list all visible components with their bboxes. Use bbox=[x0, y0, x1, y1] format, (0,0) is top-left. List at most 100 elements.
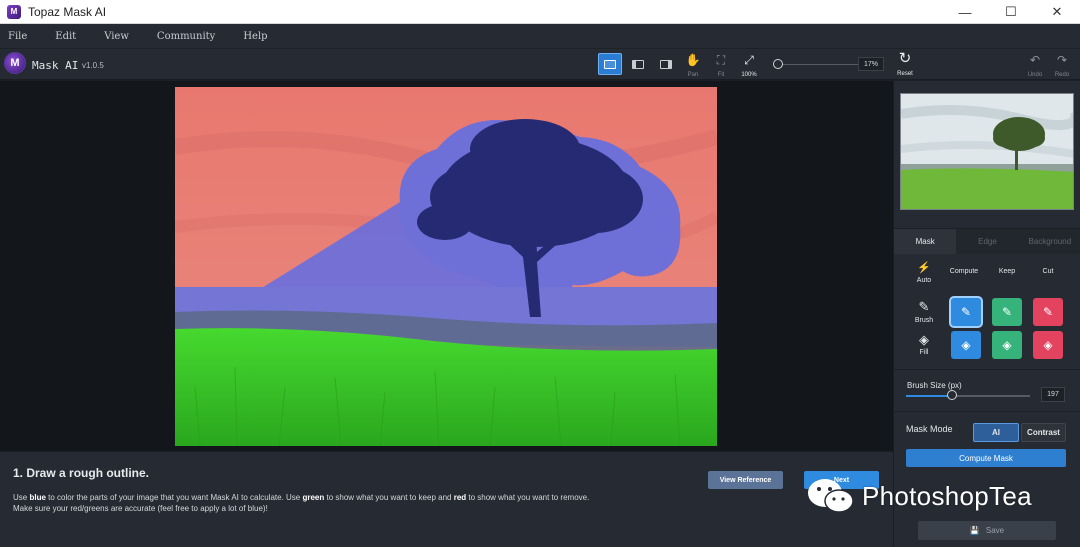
save-label: Save bbox=[985, 526, 1005, 535]
watermark-text: PhotoshopTea bbox=[862, 480, 1032, 511]
bucket-minus-icon: ◈ bbox=[1043, 338, 1053, 352]
save-button[interactable]: 💾 Save bbox=[918, 521, 1056, 540]
section-divider bbox=[894, 369, 1080, 370]
redo-button[interactable]: ↷ Redo bbox=[1050, 53, 1074, 82]
menu-bar: File Edit View Community Help bbox=[0, 24, 1080, 48]
keep-brush-button[interactable]: ✎ bbox=[992, 298, 1022, 326]
brand-name: Mask AI bbox=[32, 59, 79, 72]
split-view-icon bbox=[632, 59, 644, 69]
menu-help[interactable]: Help bbox=[243, 31, 267, 42]
fit-icon: ⛶ bbox=[716, 53, 726, 67]
menu-file[interactable]: File bbox=[8, 31, 27, 42]
fit-label: Fit bbox=[717, 72, 725, 78]
view-reference-button[interactable]: View Reference bbox=[708, 471, 783, 489]
column-compute-label: Compute bbox=[949, 268, 979, 275]
window-controls: — ☐ ✕ bbox=[942, 0, 1080, 24]
column-keep-label: Keep bbox=[998, 268, 1016, 275]
hand-icon: ✋ bbox=[685, 53, 701, 67]
navigator-thumbnail[interactable] bbox=[900, 93, 1074, 210]
auto-button[interactable]: ⚡ bbox=[912, 261, 936, 274]
pan-button[interactable]: ✋ Pan bbox=[681, 53, 705, 82]
description-green-word: green bbox=[302, 493, 325, 502]
maximize-button[interactable]: ☐ bbox=[988, 0, 1034, 24]
zoom-100-label: 100% bbox=[741, 72, 757, 78]
mask-mode-label: Mask Mode bbox=[906, 424, 953, 434]
zoom-value-field[interactable]: 17% bbox=[858, 57, 884, 71]
zoom-slider-handle[interactable] bbox=[773, 59, 783, 69]
window-title-bar: M Topaz Mask AI — ☐ ✕ bbox=[0, 0, 1080, 24]
brush-plus-icon: ✎ bbox=[960, 305, 972, 319]
mask-overlay-image bbox=[175, 87, 717, 446]
cut-fill-button[interactable]: ◈ bbox=[1033, 331, 1063, 359]
fit-button[interactable]: ⛶ Fit bbox=[709, 53, 733, 82]
single-view-icon bbox=[604, 59, 616, 69]
compute-brush-button[interactable]: ✎ bbox=[951, 298, 981, 326]
menu-community[interactable]: Community bbox=[157, 31, 215, 42]
step-description: Use blue to color the parts of your imag… bbox=[13, 492, 703, 514]
menu-view[interactable]: View bbox=[104, 31, 129, 42]
description-text: Use bbox=[13, 493, 30, 502]
undo-button[interactable]: ↶ Undo bbox=[1023, 53, 1047, 82]
description-red-word: red bbox=[453, 493, 467, 502]
expand-icon: ⤢ bbox=[744, 53, 754, 67]
description-text: to show what you want to keep and bbox=[324, 493, 454, 502]
undo-icon: ↶ bbox=[1029, 53, 1041, 67]
compute-fill-button[interactable]: ◈ bbox=[951, 331, 981, 359]
reset-icon: ↻ bbox=[898, 50, 912, 67]
mask-ai-logo-icon: M bbox=[4, 52, 26, 74]
brush-size-value-field[interactable]: 197 bbox=[1041, 387, 1065, 402]
mask-mode-contrast-button[interactable]: Contrast bbox=[1021, 423, 1066, 442]
masked-photo[interactable] bbox=[175, 87, 717, 446]
window-title: Topaz Mask AI bbox=[28, 4, 107, 19]
description-blue-word: blue bbox=[29, 493, 46, 502]
pan-label: Pan bbox=[687, 72, 699, 78]
wechat-logo-icon bbox=[808, 479, 854, 513]
tab-mask[interactable]: Mask bbox=[894, 229, 957, 254]
brush-size-slider-fill bbox=[906, 395, 952, 397]
instruction-panel: 1. Draw a rough outline. Use blue to col… bbox=[0, 451, 893, 547]
brush-tool-label: Brush bbox=[914, 317, 934, 324]
brush-size-label: Brush Size (px) bbox=[907, 381, 962, 390]
bucket-plus-icon: ◈ bbox=[961, 338, 971, 352]
redo-icon: ↷ bbox=[1056, 53, 1068, 67]
side-by-side-view-button[interactable] bbox=[654, 53, 678, 75]
description-text: to show what you want to remove. bbox=[466, 493, 590, 502]
brand-version: v1.0.5 bbox=[82, 61, 104, 70]
bucket-plus-icon: ◈ bbox=[1002, 338, 1012, 352]
floppy-disk-icon: 💾 bbox=[969, 526, 980, 535]
watermark: PhotoshopTea bbox=[806, 474, 1032, 518]
undo-label: Undo bbox=[1027, 72, 1043, 78]
brush-tool-icon: ✎ bbox=[918, 299, 930, 314]
close-button[interactable]: ✕ bbox=[1034, 0, 1080, 24]
fill-tool-icon: ◈ bbox=[919, 332, 929, 347]
description-text: to color the parts of your image that yo… bbox=[45, 493, 303, 502]
side-by-side-view-icon bbox=[660, 59, 672, 69]
brush-plus-icon: ✎ bbox=[1001, 305, 1013, 319]
navigator-preview-image bbox=[901, 94, 1073, 209]
reset-button[interactable]: ↻ Reset bbox=[893, 50, 917, 81]
zoom-slider-track[interactable] bbox=[778, 64, 858, 65]
panel-tabs: Mask Edge Background bbox=[894, 228, 1080, 254]
keep-fill-button[interactable]: ◈ bbox=[992, 331, 1022, 359]
zoom-100-button[interactable]: ⤢ 100% bbox=[737, 53, 761, 82]
description-note: Make sure your red/greens are accurate (… bbox=[13, 504, 268, 513]
column-cut-label: Cut bbox=[1042, 268, 1054, 275]
brush-minus-icon: ✎ bbox=[1042, 305, 1054, 319]
toolbar: M Mask AI v1.0.5 ✋ Pan ⛶ Fit ⤢ 100% ↻ Re… bbox=[0, 48, 1080, 80]
lightning-icon: ⚡ bbox=[917, 262, 931, 274]
cut-brush-button[interactable]: ✎ bbox=[1033, 298, 1063, 326]
brush-size-slider-handle[interactable] bbox=[947, 390, 957, 400]
compute-mask-button[interactable]: Compute Mask bbox=[906, 449, 1066, 467]
mask-mode-ai-button[interactable]: AI bbox=[973, 423, 1019, 442]
section-divider bbox=[894, 411, 1080, 412]
minimize-button[interactable]: — bbox=[942, 0, 988, 24]
tab-edge[interactable]: Edge bbox=[956, 229, 1019, 254]
step-title: 1. Draw a rough outline. bbox=[13, 466, 150, 480]
auto-label: Auto bbox=[916, 277, 932, 284]
reset-label: Reset bbox=[897, 71, 913, 77]
split-view-button[interactable] bbox=[626, 53, 650, 75]
menu-edit[interactable]: Edit bbox=[55, 31, 76, 42]
single-view-button[interactable] bbox=[598, 53, 622, 75]
tab-background[interactable]: Background bbox=[1018, 229, 1080, 254]
redo-label: Redo bbox=[1054, 72, 1070, 78]
